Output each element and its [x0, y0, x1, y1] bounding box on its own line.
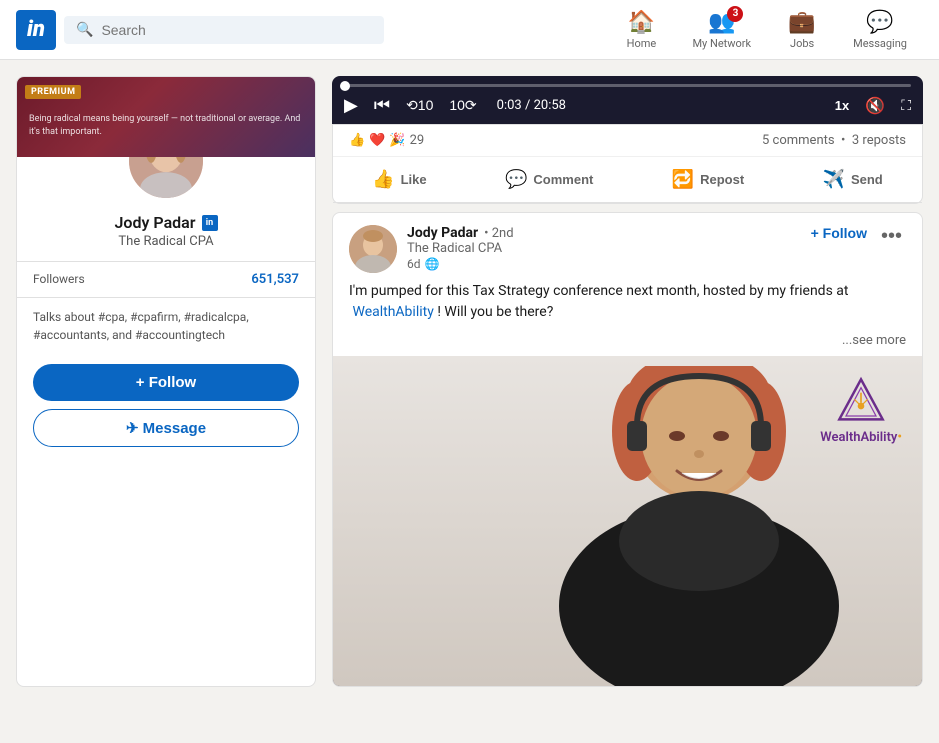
- header: in 🔍 🏠 Home 👥 3 My Network 💼 Jobs 💬 Mess…: [0, 0, 939, 60]
- post-body: I'm pumped for this Tax Strategy confere…: [333, 281, 922, 333]
- skip-back-button[interactable]: ⏮: [374, 95, 390, 116]
- speed-button[interactable]: 1x: [835, 98, 849, 113]
- post-time-line: 6d 🌐: [407, 257, 801, 271]
- message-button[interactable]: ✈ Message: [33, 409, 299, 447]
- post-reactions-bar: 👍 ❤️ 🎉 29 5 comments • 3 reposts: [333, 125, 922, 157]
- profile-stats: Followers 651,537: [17, 261, 315, 298]
- comments-count[interactable]: 5 comments: [762, 133, 835, 148]
- video-controls: ▶ ⏮ ⟲10 10⟳ 0:03 / 20:58 1x 🔇 ⛶: [332, 87, 923, 124]
- post-card-2: Jody Padar • 2nd The Radical CPA 6d 🌐 + …: [332, 212, 923, 687]
- video-player: ▶ ⏮ ⟲10 10⟳ 0:03 / 20:58 1x 🔇 ⛶: [332, 76, 923, 124]
- nav-label-messaging: Messaging: [853, 37, 907, 50]
- volume-button[interactable]: 🔇: [865, 96, 885, 116]
- post-author-avatar[interactable]: [349, 225, 397, 273]
- search-bar[interactable]: 🔍: [64, 16, 384, 44]
- premium-badge: PREMIUM: [25, 85, 81, 99]
- rewind-10-button[interactable]: ⟲10: [406, 97, 433, 114]
- send-icon: ✈️: [823, 169, 845, 190]
- wealthability-link[interactable]: WealthAbility: [352, 304, 433, 320]
- reaction-emoji-1: 👍: [349, 133, 365, 148]
- search-input[interactable]: [101, 22, 372, 38]
- profile-title: The Radical CPA: [33, 234, 299, 249]
- nav-item-jobs[interactable]: 💼 Jobs: [767, 0, 837, 60]
- progress-track[interactable]: [344, 84, 911, 87]
- nav-item-messaging[interactable]: 💬 Messaging: [837, 0, 923, 60]
- post-author-line: Jody Padar • 2nd: [407, 225, 801, 241]
- profile-name: Jody Padar in: [33, 213, 299, 232]
- post-author-name[interactable]: Jody Padar: [407, 225, 478, 241]
- main-content: PREMIUM Being radical means being yourse…: [0, 60, 939, 703]
- reaction-count: 29: [410, 133, 425, 148]
- post-meta-right: 5 comments • 3 reposts: [762, 133, 906, 148]
- post-avatar-image: [349, 225, 397, 273]
- profile-banner: PREMIUM Being radical means being yourse…: [17, 77, 315, 157]
- nav-item-my-network[interactable]: 👥 3 My Network: [676, 0, 767, 60]
- banner-text: Being radical means being yourself — not…: [29, 113, 303, 138]
- followers-label: Followers: [33, 272, 85, 287]
- post-header-info: Jody Padar • 2nd The Radical CPA 6d 🌐: [407, 225, 801, 271]
- linkedin-logo[interactable]: in: [16, 10, 56, 50]
- nav-label-my-network: My Network: [692, 37, 751, 50]
- author-name-text: Jody Padar: [114, 213, 195, 232]
- play-button[interactable]: ▶: [344, 95, 358, 116]
- repost-label: Repost: [700, 172, 744, 187]
- repost-action-button[interactable]: 🔁 Repost: [656, 161, 760, 198]
- repost-icon: 🔁: [672, 169, 694, 190]
- linkedin-in-badge: in: [202, 215, 218, 231]
- post-follow-button[interactable]: + Follow: [811, 225, 867, 241]
- person-image: [489, 366, 909, 686]
- post-image-area: WealthAbility•: [333, 356, 922, 686]
- time-display: 0:03 / 20:58: [497, 98, 566, 113]
- reaction-emoji-2: ❤️: [369, 133, 385, 148]
- search-icon: 🔍: [76, 22, 93, 38]
- reaction-icons: 👍 ❤️ 🎉 29: [349, 133, 424, 148]
- header-nav: 🏠 Home 👥 3 My Network 💼 Jobs 💬 Messaging: [606, 0, 923, 60]
- send-action-button[interactable]: ✈️ Send: [807, 161, 899, 198]
- nav-label-home: Home: [627, 37, 657, 50]
- post-image-placeholder: WealthAbility•: [333, 356, 922, 686]
- post-time: 6d: [407, 257, 421, 271]
- messaging-icon: 💬: [866, 10, 893, 35]
- network-badge: 3: [727, 6, 743, 22]
- post-actions: 👍 Like 💬 Comment 🔁 Repost ✈️ Send: [333, 157, 922, 203]
- follow-button[interactable]: + Follow: [33, 364, 299, 401]
- like-label: Like: [401, 172, 427, 187]
- more-options-button[interactable]: •••: [877, 225, 906, 248]
- profile-actions: + Follow ✈ Message: [17, 356, 315, 463]
- like-icon: 👍: [372, 169, 394, 190]
- profile-tags: Talks about #cpa, #cpafirm, #radicalcpa,…: [17, 298, 315, 356]
- video-progress-bar[interactable]: [332, 76, 923, 87]
- profile-card: PREMIUM Being radical means being yourse…: [16, 76, 316, 687]
- visibility-icon: 🌐: [425, 257, 440, 271]
- reposts-count[interactable]: 3 reposts: [852, 133, 906, 148]
- like-action-button[interactable]: 👍 Like: [356, 161, 442, 198]
- post-header: Jody Padar • 2nd The Radical CPA 6d 🌐 + …: [333, 213, 922, 281]
- followers-count: 651,537: [251, 272, 299, 287]
- see-more[interactable]: ...see more: [333, 333, 922, 356]
- post-body-suffix: ! Will you be there?: [437, 304, 553, 320]
- nav-label-jobs: Jobs: [790, 37, 814, 50]
- profile-info: Jody Padar in The Radical CPA: [17, 209, 315, 261]
- post-subtitle: The Radical CPA: [407, 241, 801, 256]
- comment-label: Comment: [533, 172, 593, 187]
- my-network-icon: 👥 3: [708, 10, 735, 35]
- jobs-icon: 💼: [788, 10, 815, 35]
- post-card-1: 👍 ❤️ 🎉 29 5 comments • 3 reposts 👍 Like: [332, 124, 923, 204]
- home-icon: 🏠: [628, 10, 655, 35]
- feed-area: ▶ ⏮ ⟲10 10⟳ 0:03 / 20:58 1x 🔇 ⛶ 👍 ❤️ 🎉: [332, 76, 923, 687]
- reaction-emoji-3: 🎉: [389, 133, 405, 148]
- forward-10-button[interactable]: 10⟳: [449, 97, 476, 114]
- fullscreen-button[interactable]: ⛶: [901, 97, 911, 114]
- progress-fill: [344, 84, 345, 87]
- comment-action-button[interactable]: 💬 Comment: [489, 161, 609, 198]
- comment-icon: 💬: [505, 169, 527, 190]
- send-label: Send: [851, 172, 883, 187]
- connection-degree: • 2nd: [484, 226, 513, 241]
- post-body-text: I'm pumped for this Tax Strategy confere…: [349, 283, 848, 299]
- nav-item-home[interactable]: 🏠 Home: [606, 0, 676, 60]
- progress-dot: [340, 81, 350, 91]
